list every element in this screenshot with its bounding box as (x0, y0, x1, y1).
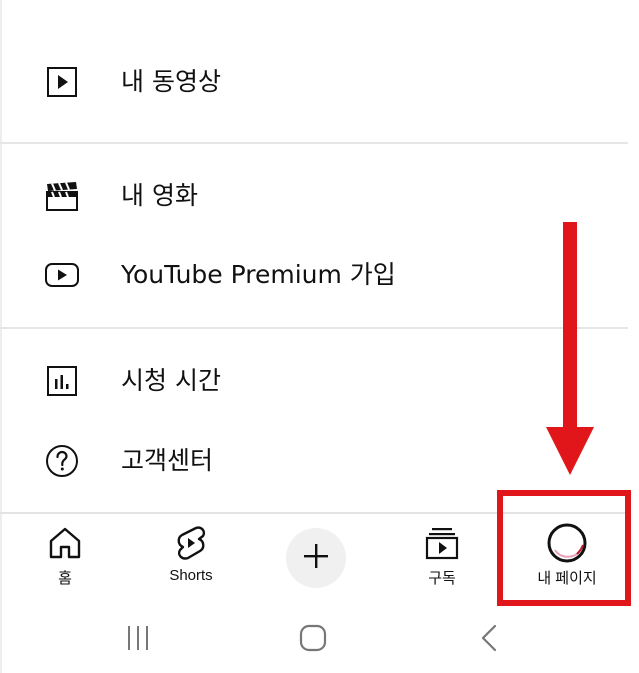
help-circle-icon (42, 445, 82, 477)
highlight-box (497, 490, 631, 606)
nav-home[interactable]: 홈 (10, 514, 120, 604)
divider (0, 327, 628, 329)
create-button[interactable] (286, 528, 346, 588)
menu-item-label: YouTube Premium 가입 (121, 260, 396, 289)
menu-item-help[interactable]: 고객센터 (0, 431, 630, 491)
system-home-icon[interactable] (296, 618, 330, 658)
menu-item-label: 고객센터 (121, 446, 214, 475)
nav-shorts-label: Shorts (169, 567, 213, 584)
bar-chart-icon (42, 365, 82, 397)
back-icon[interactable] (474, 618, 504, 658)
recent-apps-icon[interactable] (120, 618, 156, 658)
youtube-play-icon (42, 259, 82, 291)
nav-subscriptions[interactable]: 구독 (387, 514, 497, 604)
menu-item-label: 시청 시간 (121, 366, 221, 395)
play-square-icon (42, 66, 82, 98)
menu-item-youtube-premium[interactable]: YouTube Premium 가입 (0, 245, 630, 305)
divider (0, 142, 628, 144)
shorts-icon (136, 524, 246, 562)
plus-icon (303, 543, 329, 573)
subscriptions-icon (387, 524, 497, 562)
menu-item-label: 내 영화 (121, 181, 198, 210)
nav-subscriptions-label: 구독 (428, 570, 456, 587)
home-icon (10, 524, 120, 562)
menu-item-label: 내 동영상 (121, 67, 221, 96)
arrow-down-icon (546, 222, 594, 475)
clapperboard-icon (42, 180, 82, 212)
menu-item-my-movies[interactable]: 내 영화 (0, 166, 630, 226)
nav-shorts[interactable]: Shorts (136, 514, 246, 604)
system-navigation-bar (0, 602, 639, 673)
menu-item-watch-time[interactable]: 시청 시간 (0, 351, 630, 411)
menu-item-my-videos[interactable]: 내 동영상 (0, 52, 630, 112)
nav-home-label: 홈 (58, 570, 72, 587)
